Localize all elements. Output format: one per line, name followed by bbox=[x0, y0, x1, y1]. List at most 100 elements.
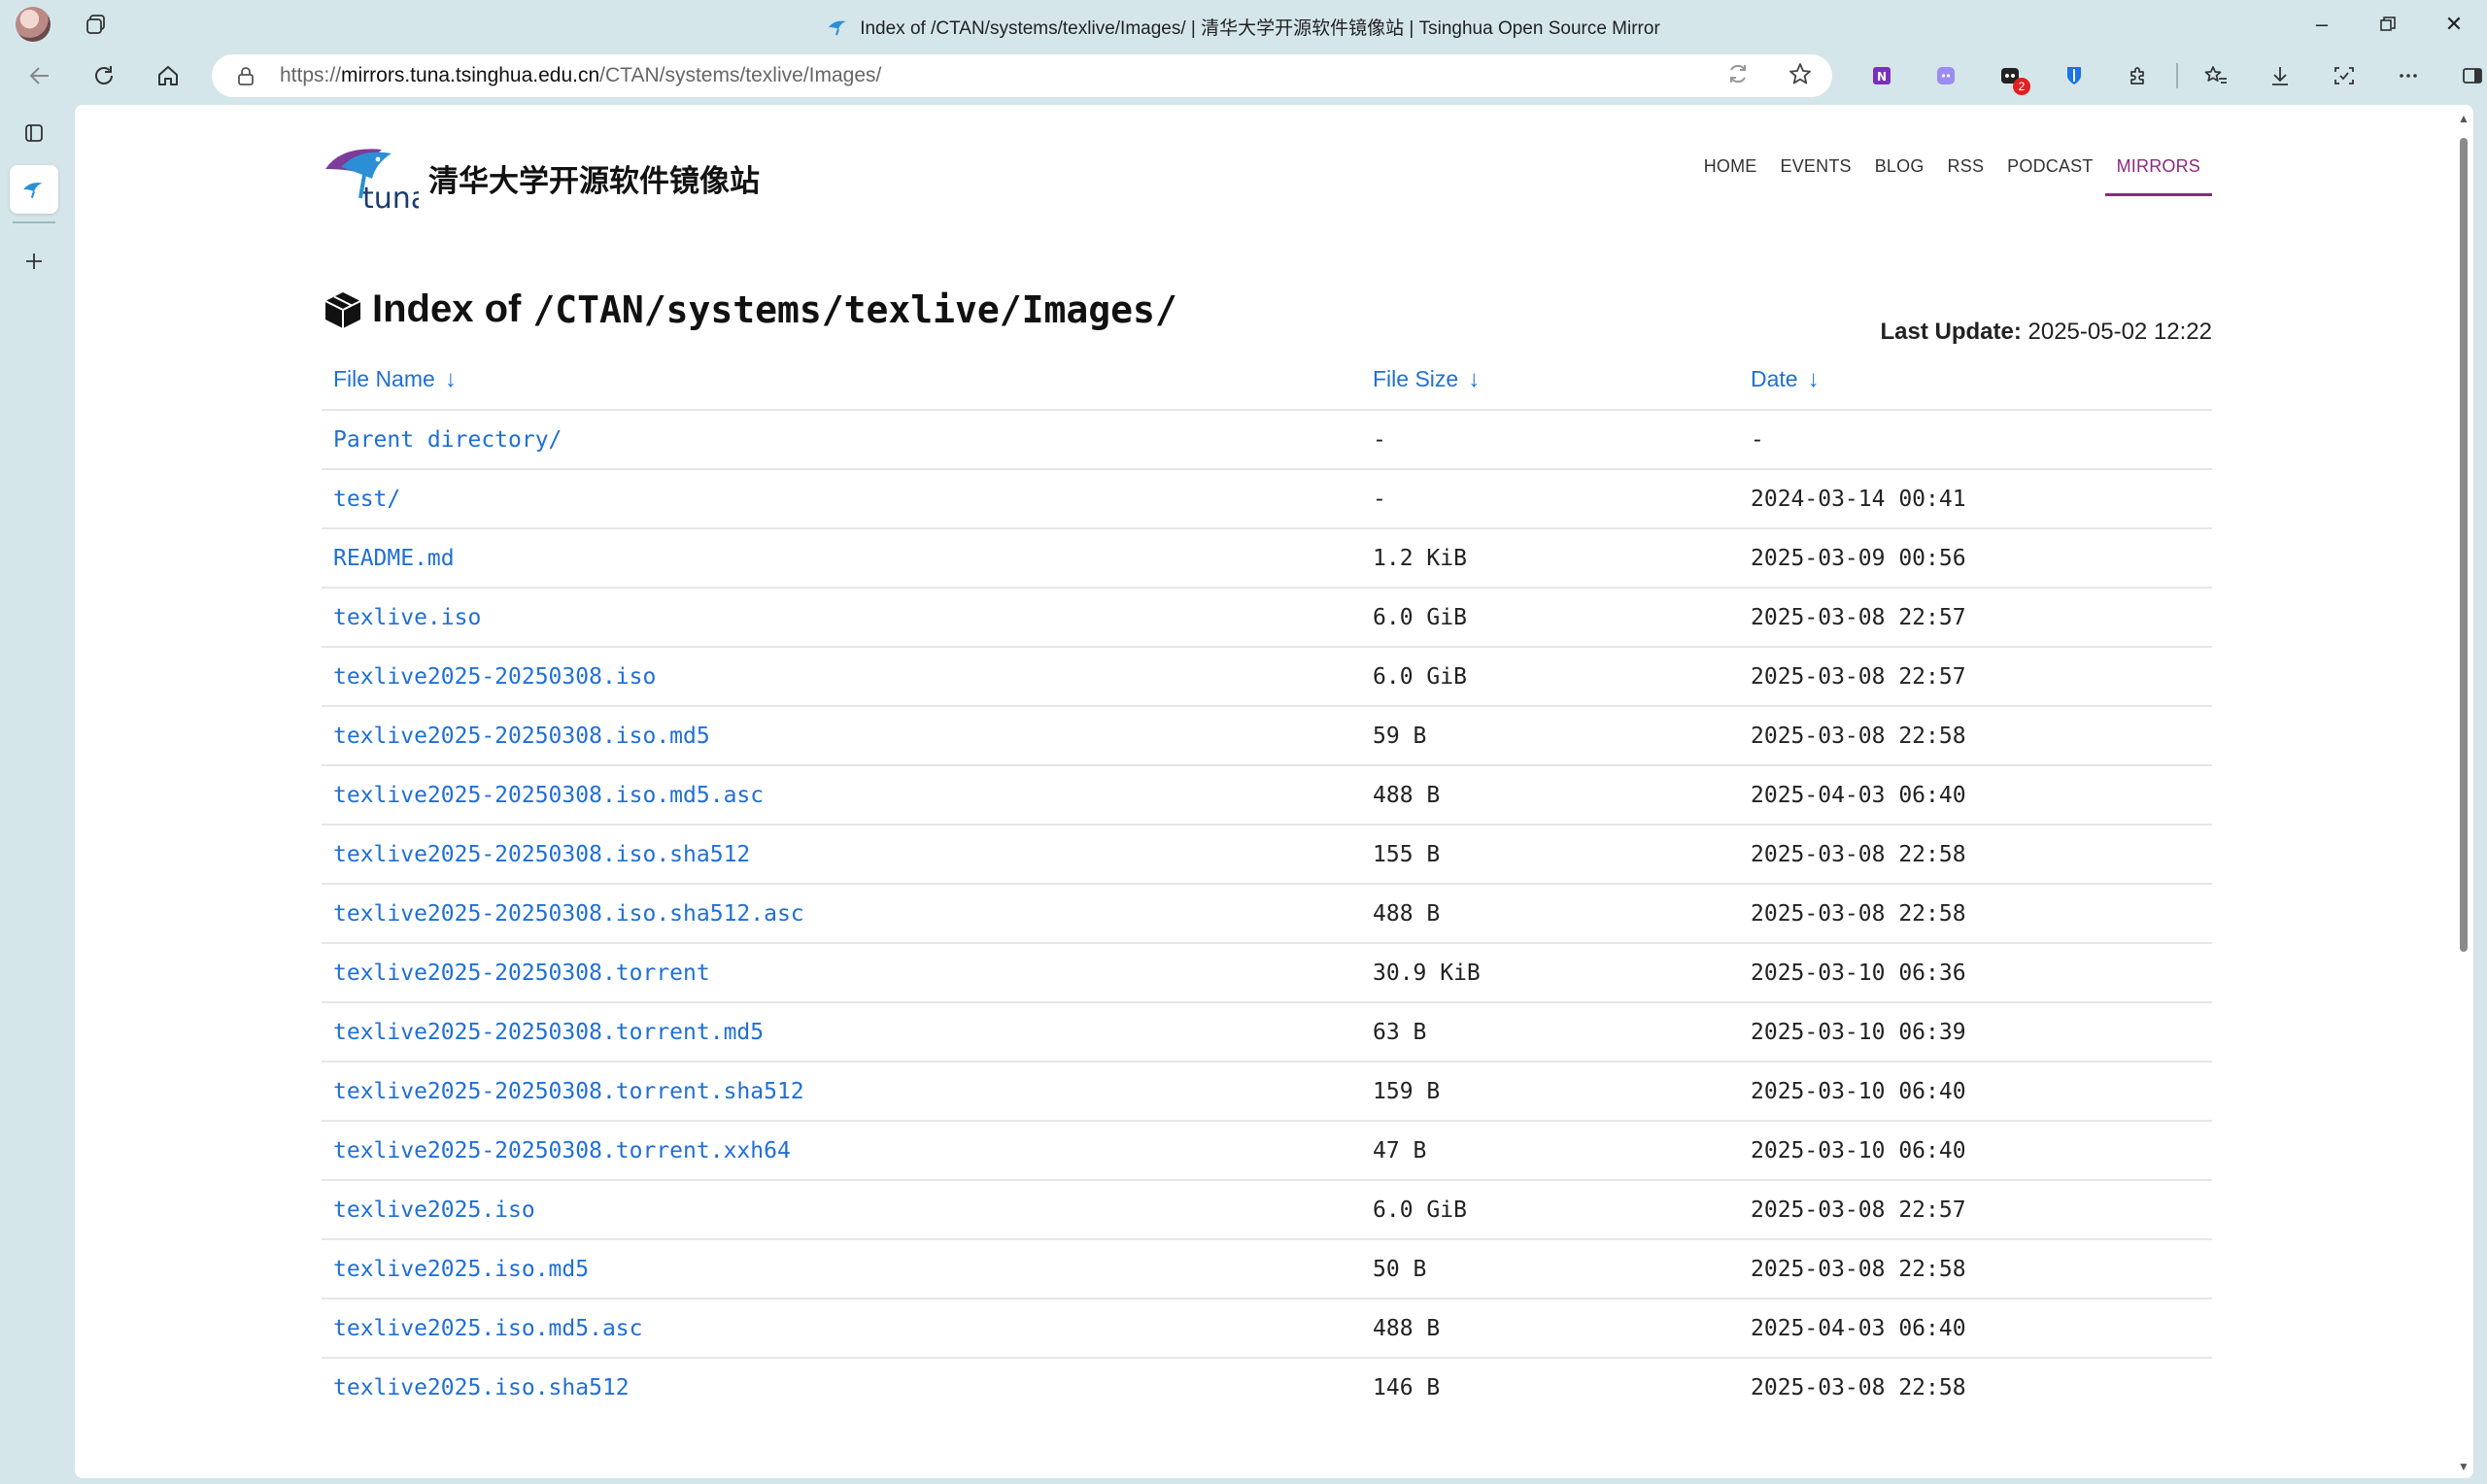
file-name-cell: texlive2025-20250308.iso.sha512 bbox=[322, 824, 1361, 884]
back-button[interactable] bbox=[8, 49, 72, 103]
reader-sync-icon[interactable] bbox=[1725, 61, 1751, 91]
file-date-cell: 2025-03-10 06:40 bbox=[1739, 1061, 2212, 1121]
file-size-cell: 488 B bbox=[1361, 764, 1739, 825]
close-window-button[interactable]: ✕ bbox=[2421, 0, 2487, 49]
file-size-cell: 6.0 GiB bbox=[1361, 587, 1739, 647]
more-menu-icon[interactable] bbox=[2376, 49, 2440, 103]
file-name-cell: texlive2025-20250308.iso bbox=[322, 646, 1361, 706]
table-row: texlive2025-20250308.iso.sha512.asc 488 B… bbox=[322, 883, 2212, 943]
onenote-extension-icon[interactable]: N bbox=[1850, 49, 1914, 103]
file-date-cell: - bbox=[1739, 409, 2212, 469]
site-header: tuna 清华大学开源软件镜像站 HOME EVENTS BLOG RSS PO… bbox=[322, 105, 2212, 260]
file-link[interactable]: texlive2025-20250308.torrent.xxh64 bbox=[333, 1138, 791, 1164]
tuna-favicon-icon bbox=[829, 20, 847, 35]
file-date-cell: 2025-04-03 06:40 bbox=[1739, 764, 2212, 825]
refresh-button[interactable] bbox=[72, 49, 136, 103]
file-date-cell: 2025-03-08 22:57 bbox=[1739, 646, 2212, 706]
file-link[interactable]: texlive2025-20250308.iso.sha512.asc bbox=[333, 901, 804, 927]
table-row: texlive2025.iso.md5 50 B 2025-03-08 22:58 bbox=[322, 1238, 2212, 1298]
sort-by-size-header[interactable]: File Size ↓ bbox=[1361, 350, 1739, 410]
sidebar-toggle-icon[interactable] bbox=[2440, 49, 2487, 103]
screenshot-icon[interactable] bbox=[2312, 49, 2376, 103]
file-link[interactable]: texlive2025-20250308.iso.md5 bbox=[333, 724, 710, 749]
file-size-cell: 63 B bbox=[1361, 1001, 1739, 1062]
tab-separator bbox=[13, 221, 55, 223]
file-link[interactable]: texlive2025.iso.sha512 bbox=[333, 1375, 630, 1400]
restore-button[interactable] bbox=[2355, 0, 2421, 49]
file-date-cell: 2025-03-10 06:36 bbox=[1739, 942, 2212, 1002]
browser-toolbar: https://mirrors.tuna.tsinghua.edu.cn/CTA… bbox=[0, 49, 2487, 103]
file-size-cell: 59 B bbox=[1361, 705, 1739, 765]
table-row: texlive2025.iso.sha512 146 B 2025-03-08 22… bbox=[322, 1357, 2212, 1417]
table-row: texlive2025-20250308.iso.md5 59 B 2025-03-… bbox=[322, 705, 2212, 765]
lock-icon[interactable] bbox=[235, 65, 256, 86]
nav-podcast[interactable]: PODCAST bbox=[1995, 153, 2104, 196]
favorite-star-icon[interactable] bbox=[1788, 61, 1813, 91]
file-name-cell: README.md bbox=[322, 527, 1361, 588]
nav-mirrors[interactable]: MIRRORS bbox=[2104, 153, 2212, 196]
file-link[interactable]: texlive2025-20250308.iso.md5.asc bbox=[333, 783, 764, 808]
file-size-cell: 6.0 GiB bbox=[1361, 1179, 1739, 1239]
discord-extension-icon[interactable] bbox=[1914, 49, 1978, 103]
file-link[interactable]: Parent directory/ bbox=[333, 427, 562, 453]
bitwarden-extension-icon[interactable] bbox=[2042, 49, 2106, 103]
file-link[interactable]: texlive2025-20250308.torrent.md5 bbox=[333, 1020, 764, 1045]
table-row: texlive2025-20250308.torrent.xxh64 47 B 20… bbox=[322, 1120, 2212, 1180]
site-logo[interactable]: tuna 清华大学开源软件镜像站 bbox=[322, 140, 760, 212]
nav-home[interactable]: HOME bbox=[1692, 153, 1769, 196]
file-link[interactable]: texlive2025-20250308.torrent.sha512 bbox=[333, 1079, 804, 1104]
file-size-cell: 1.2 KiB bbox=[1361, 527, 1739, 588]
file-link[interactable]: texlive2025-20250308.iso bbox=[333, 664, 656, 690]
file-date-cell: 2024-03-14 00:41 bbox=[1739, 468, 2212, 528]
sort-arrow-icon: ↓ bbox=[444, 365, 457, 392]
table-row: texlive2025.iso.md5.asc 488 B 2025-04-03 0… bbox=[322, 1298, 2212, 1358]
file-name-cell: texlive2025-20250308.iso.md5.asc bbox=[322, 764, 1361, 825]
sort-by-name-header[interactable]: File Name ↓ bbox=[322, 350, 1361, 410]
sort-by-date-header[interactable]: Date ↓ bbox=[1739, 350, 2212, 410]
tab-tuna-mirror[interactable] bbox=[10, 165, 58, 214]
address-bar[interactable]: https://mirrors.tuna.tsinghua.edu.cn/CTA… bbox=[212, 54, 1832, 97]
favorites-list-icon[interactable] bbox=[2184, 49, 2248, 103]
file-name-cell: texlive2025-20250308.torrent.md5 bbox=[322, 1001, 1361, 1062]
collections-extension-icon[interactable]: 2 bbox=[1978, 49, 2042, 103]
file-name-cell: test/ bbox=[322, 468, 1361, 528]
page-title: Index of /CTAN/systems/texlive/Images/ bbox=[322, 287, 1177, 331]
nav-events[interactable]: EVENTS bbox=[1769, 153, 1863, 196]
scroll-down-arrow-icon[interactable]: ▼ bbox=[2458, 1461, 2470, 1472]
workspaces-icon[interactable] bbox=[84, 12, 109, 37]
extensions-puzzle-icon[interactable] bbox=[2106, 49, 2170, 103]
file-name-cell: texlive2025-20250308.iso.sha512.asc bbox=[322, 883, 1361, 943]
file-name-cell: texlive2025-20250308.torrent.sha512 bbox=[322, 1061, 1361, 1121]
table-row: texlive2025-20250308.iso 6.0 GiB 2025-03-0… bbox=[322, 646, 2212, 706]
minimize-button[interactable]: – bbox=[2289, 0, 2355, 49]
url-text[interactable]: https://mirrors.tuna.tsinghua.edu.cn/CTA… bbox=[280, 64, 881, 87]
tuna-favicon-icon bbox=[23, 183, 43, 199]
file-name-cell: texlive.iso bbox=[322, 587, 1361, 647]
file-link[interactable]: README.md bbox=[333, 546, 455, 571]
index-header: Index of /CTAN/systems/texlive/Images/ L… bbox=[322, 280, 2212, 350]
downloads-icon[interactable] bbox=[2248, 49, 2312, 103]
scroll-up-arrow-icon[interactable]: ▲ bbox=[2458, 113, 2470, 124]
file-link[interactable]: texlive2025.iso bbox=[333, 1197, 535, 1223]
file-size-cell: 30.9 KiB bbox=[1361, 942, 1739, 1002]
file-link[interactable]: texlive.iso bbox=[333, 605, 481, 630]
file-name-cell: texlive2025.iso bbox=[322, 1179, 1361, 1239]
file-link[interactable]: texlive2025-20250308.iso.sha512 bbox=[333, 842, 750, 867]
file-size-cell: 155 B bbox=[1361, 824, 1739, 884]
file-link[interactable]: texlive2025.iso.md5 bbox=[333, 1257, 589, 1282]
table-row: texlive2025-20250308.torrent.md5 63 B 2025… bbox=[322, 1001, 2212, 1062]
profile-avatar[interactable] bbox=[16, 7, 51, 42]
home-icon bbox=[158, 66, 178, 85]
table-row: test/ -2024-03-14 00:41 bbox=[322, 468, 2212, 528]
nav-rss[interactable]: RSS bbox=[1936, 153, 1996, 196]
table-row: README.md 1.2 KiB 2025-03-09 00:56 bbox=[322, 527, 2212, 588]
home-button[interactable] bbox=[136, 49, 200, 103]
nav-blog[interactable]: BLOG bbox=[1863, 153, 1936, 196]
file-link[interactable]: test/ bbox=[333, 487, 400, 512]
tab-actions-icon[interactable] bbox=[10, 109, 58, 157]
file-link[interactable]: texlive2025.iso.md5.asc bbox=[333, 1316, 643, 1341]
vertical-scrollbar[interactable]: ▲ ▼ bbox=[2454, 105, 2473, 1478]
new-tab-button[interactable] bbox=[10, 237, 58, 286]
scrollbar-thumb[interactable] bbox=[2460, 138, 2468, 952]
file-link[interactable]: texlive2025-20250308.torrent bbox=[333, 961, 710, 986]
